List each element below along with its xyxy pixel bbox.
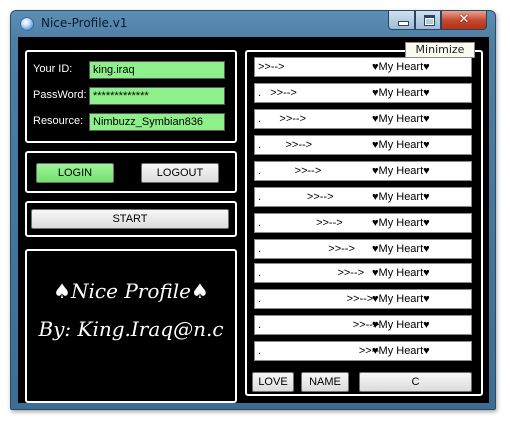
heart-row-label: ♥My Heart♥: [372, 345, 430, 357]
password-field[interactable]: *************: [89, 87, 225, 105]
heart-panel: LOVE NAME C >>--> ♥My Heart♥. >>--> ♥My He…: [245, 50, 483, 396]
heart-row-label: ♥My Heart♥: [372, 293, 430, 305]
heart-row-prefix: >>-->: [258, 61, 285, 73]
heart-row-label: ♥My Heart♥: [372, 267, 430, 279]
heart-row-label: ♥My Heart♥: [372, 319, 430, 331]
resource-field[interactable]: Nimbuzz_Symbian836: [89, 113, 225, 131]
c-button[interactable]: C: [359, 372, 472, 392]
window-title: Nice-Profile.v1: [41, 16, 128, 30]
heart-row-prefix: . >>-->: [258, 243, 355, 255]
heart-row-prefix: . >>--: [258, 345, 380, 357]
heart-row-prefix: . >>-->: [258, 113, 306, 125]
heart-row-label: ♥My Heart♥: [372, 165, 430, 177]
id-field[interactable]: king.iraq: [89, 61, 225, 79]
heart-row: . >>--> ♥My Heart♥: [254, 315, 472, 335]
banner-panel: ♠Nice Profile♠ By: King.Iraq@n.c: [25, 249, 237, 403]
start-button[interactable]: START: [31, 209, 229, 229]
heart-row-prefix: . >>-->: [258, 165, 322, 177]
app-icon: [20, 17, 34, 31]
close-icon: ✕: [458, 12, 470, 27]
password-label: PassWord:: [33, 89, 87, 101]
heart-row-label: ♥My Heart♥: [372, 217, 430, 229]
heart-row: . >>-- ♥My Heart♥: [254, 341, 472, 361]
love-button[interactable]: LOVE: [252, 372, 294, 392]
heart-row-label: ♥My Heart♥: [372, 61, 430, 73]
minimize-tooltip: Minimize: [405, 42, 475, 58]
minimize-button[interactable]: [388, 11, 415, 30]
heart-row-label: ♥My Heart♥: [372, 87, 430, 99]
id-label: Your ID:: [33, 63, 73, 75]
resource-label: Resource:: [33, 115, 84, 127]
heart-row: . >>--> ♥My Heart♥: [254, 161, 472, 181]
heart-row-prefix: . >>-->: [258, 191, 334, 203]
heart-row-prefix: . >>-->: [258, 139, 313, 151]
auth-buttons-panel: LOGIN LOGOUT: [25, 151, 237, 193]
banner-author: By: King.Iraq@n.c: [38, 317, 224, 341]
heart-row-label: ♥My Heart♥: [372, 243, 430, 255]
heart-row: . >>--> ♥My Heart♥: [254, 109, 472, 129]
close-button[interactable]: ✕: [441, 11, 487, 30]
app-window: Nice-Profile.v1 ✕ Minimize Your ID: king…: [10, 10, 496, 410]
heart-row: . >>--> ♥My Heart♥: [254, 289, 472, 309]
heart-row-prefix: . >>-->: [258, 293, 374, 305]
heart-row-prefix: . >>-->: [258, 267, 365, 279]
maximize-button[interactable]: [415, 11, 441, 30]
heart-row: . >>--> ♥My Heart♥: [254, 263, 472, 283]
logout-button[interactable]: LOGOUT: [141, 163, 219, 183]
minimize-icon: [398, 21, 409, 26]
heart-row-label: ♥My Heart♥: [372, 139, 430, 151]
heart-row-prefix: . >>-->: [258, 319, 380, 331]
title-bar[interactable]: Nice-Profile.v1 ✕: [11, 11, 495, 37]
heart-row: . >>--> ♥My Heart♥: [254, 135, 472, 155]
heart-row: >>--> ♥My Heart♥: [254, 57, 472, 77]
heart-row: . >>--> ♥My Heart♥: [254, 213, 472, 233]
start-panel: START: [25, 201, 237, 237]
heart-row: . >>--> ♥My Heart♥: [254, 187, 472, 207]
heart-row: . >>--> ♥My Heart♥: [254, 83, 472, 103]
name-button[interactable]: NAME: [301, 372, 349, 392]
heart-row-prefix: . >>-->: [258, 87, 297, 99]
login-panel: Your ID: king.iraq PassWord: ***********…: [25, 50, 237, 143]
heart-row-label: ♥My Heart♥: [372, 113, 430, 125]
heart-row-prefix: . >>-->: [258, 217, 343, 229]
heart-row-label: ♥My Heart♥: [372, 191, 430, 203]
heart-row: . >>--> ♥My Heart♥: [254, 239, 472, 259]
maximize-icon: [424, 15, 435, 26]
login-button[interactable]: LOGIN: [36, 163, 114, 183]
banner-title: ♠Nice Profile♠: [53, 279, 209, 303]
client-area: Your ID: king.iraq PassWord: ***********…: [18, 37, 489, 403]
